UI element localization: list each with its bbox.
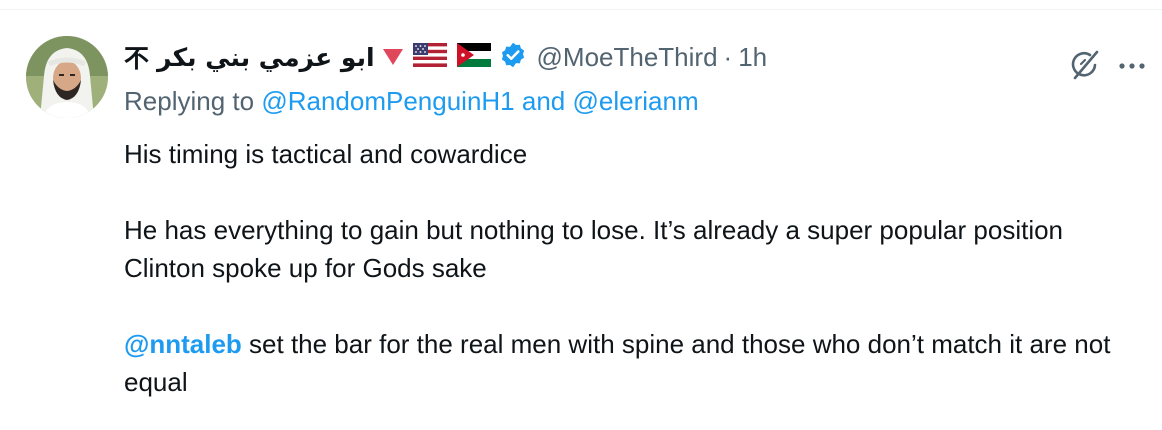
display-name[interactable]: ابو عزمي بني بكر bbox=[157, 43, 375, 72]
name-symbol: 不 bbox=[124, 44, 150, 73]
tweet-paragraph-1: His timing is tactical and cowardice bbox=[124, 139, 528, 169]
user-handle[interactable]: @MoeTheThird bbox=[537, 42, 718, 73]
replying-to: Replying to @RandomPenguinH1 and @eleria… bbox=[124, 86, 699, 117]
tweet-header: 不 ابو عزمي بني بكر @MoeTheThird · 1h bbox=[124, 40, 767, 74]
reply-mention-2[interactable]: @elerianm bbox=[573, 86, 699, 116]
more-icon[interactable] bbox=[1118, 54, 1146, 78]
us-flag-icon bbox=[412, 42, 447, 72]
timestamp[interactable]: 1h bbox=[738, 42, 767, 73]
tweet-body: His timing is tactical and cowardice He … bbox=[124, 135, 1134, 401]
jordan-flag-icon bbox=[456, 42, 491, 72]
reply-connector: and bbox=[521, 86, 566, 116]
separator-dot: · bbox=[723, 41, 733, 72]
tweet[interactable]: 不 ابو عزمي بني بكر @MoeTheThird · 1h Rep… bbox=[0, 10, 1162, 430]
avatar[interactable] bbox=[26, 36, 108, 118]
tweet-paragraph-2: He has everything to gain but nothing to… bbox=[124, 215, 1064, 283]
verified-badge-icon[interactable] bbox=[499, 41, 527, 74]
tweet-paragraph-3: @nntaleb set the bar for the real men wi… bbox=[124, 325, 1134, 401]
tweet-paragraph-3-text: set the bar for the real men with spine … bbox=[124, 329, 1111, 397]
down-triangle-icon bbox=[382, 49, 403, 65]
grok-icon[interactable] bbox=[1068, 48, 1102, 82]
reply-mention-1[interactable]: @RandomPenguinH1 bbox=[261, 86, 514, 116]
replying-to-label: Replying to bbox=[124, 86, 255, 116]
body-mention[interactable]: @nntaleb bbox=[124, 329, 242, 359]
